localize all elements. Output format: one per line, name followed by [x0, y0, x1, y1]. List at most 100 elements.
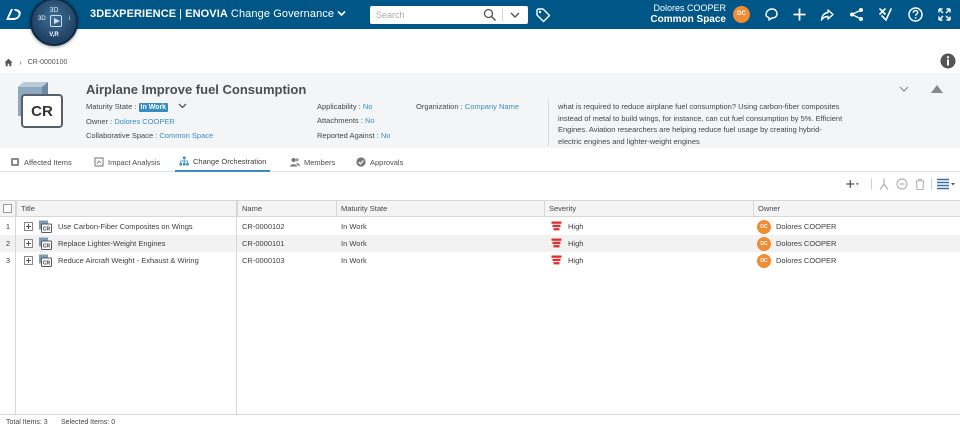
home-icon[interactable]	[4, 58, 13, 67]
organization-attr: Organization : Company Name	[416, 102, 519, 111]
brand-3dexperience: 3DEXPERIENCE	[90, 8, 177, 20]
column-header-title[interactable]: Title	[16, 201, 236, 217]
tab-change-orchestration[interactable]: Change Orchestration	[175, 152, 271, 172]
trash-icon[interactable]	[913, 177, 927, 191]
row-owner[interactable]: Dolores COOPER	[776, 218, 836, 235]
organization-label: Organization :	[416, 102, 463, 111]
applicability-label: Applicability :	[317, 102, 361, 111]
column-header-name[interactable]: Name	[237, 201, 335, 217]
maturity-state-label: Maturity State :	[86, 102, 137, 111]
attachments-attr: Attachments : No	[317, 116, 375, 125]
attachments-link[interactable]: No	[365, 116, 375, 125]
row-owner[interactable]: Dolores COOPER	[776, 252, 836, 269]
tab-members[interactable]: Members	[286, 152, 339, 172]
expand-row-icon[interactable]	[24, 239, 33, 248]
svg-text:CR: CR	[43, 244, 51, 250]
row-title[interactable]: Use Carbon-Fiber Composites on Wings	[58, 218, 193, 235]
collapse-header-icon[interactable]	[930, 84, 944, 94]
compass-3d-label: 3D	[38, 16, 46, 22]
tab-label: Affected Items	[24, 157, 72, 167]
add-menu-icon[interactable]	[846, 177, 860, 191]
owner-attr: Owner : Dolores COOPER	[86, 117, 175, 126]
breadcrumb: › CR-0000100	[4, 57, 67, 67]
app-name: Change Governance	[230, 8, 335, 20]
row-name: CR-0000101	[242, 239, 285, 248]
owner-avatar: DC	[757, 237, 771, 251]
compass-vr-label: V,R	[49, 32, 59, 38]
breadcrumb-item[interactable]: CR-0000100	[28, 59, 68, 66]
table-row[interactable]: 2 CR Replace Lighter-Weight Engines CR-0…	[0, 235, 960, 252]
search-input[interactable]	[370, 6, 478, 24]
select-all-checkbox[interactable]	[3, 204, 12, 213]
tab-affected-items[interactable]: Affected Items	[6, 152, 76, 172]
user-avatar[interactable]: DC	[733, 6, 750, 23]
table-row[interactable]: 1 CR Use Carbon-Fiber Composites on Wing…	[0, 218, 960, 235]
tag-icon[interactable]	[535, 7, 551, 23]
row-title[interactable]: Reduce Aircraft Weight - Exhaust & Wirin…	[58, 252, 199, 269]
table-row[interactable]: 3 CR Reduce Aircraft Weight - Exhaust & …	[0, 252, 960, 269]
forward-share-icon[interactable]	[819, 6, 836, 23]
owner-link[interactable]: Dolores COOPER	[114, 117, 174, 126]
view-list-icon[interactable]	[936, 177, 956, 191]
brand-title[interactable]: 3DEXPERIENCE | ENOVIA Change Governance	[90, 8, 346, 20]
chevron-down-icon[interactable]	[178, 102, 187, 111]
fullscreen-icon[interactable]	[936, 6, 953, 23]
column-header-maturity-state[interactable]: Maturity State	[336, 201, 543, 217]
search-box[interactable]	[370, 6, 528, 24]
tab-approvals[interactable]: Approvals	[352, 152, 407, 172]
owner-label: Owner :	[86, 117, 113, 126]
row-number: 3	[5, 256, 11, 265]
toolbar-divider	[931, 178, 932, 190]
collab-space-name: Common Space	[650, 14, 726, 25]
column-header-owner[interactable]: Owner	[753, 201, 960, 217]
row-severity: High	[568, 239, 584, 248]
change-request-icon: CR	[39, 254, 52, 267]
play-icon	[50, 15, 62, 27]
reported-against-link[interactable]: No	[381, 131, 391, 140]
column-header-severity[interactable]: Severity	[544, 201, 752, 217]
apps-compass-icon[interactable]	[877, 6, 894, 23]
total-items-count: Total Items: 3	[6, 419, 48, 426]
frozen-pane-divider	[236, 201, 237, 415]
add-icon[interactable]	[791, 6, 808, 23]
network-share-icon[interactable]	[848, 6, 865, 23]
info-icon[interactable]	[940, 53, 956, 69]
row-severity: High	[568, 222, 584, 231]
selected-items-count: Selected Items: 0	[61, 419, 116, 426]
remove-icon[interactable]	[895, 177, 909, 191]
grid-header: Title Name Maturity State Severity Owner	[0, 201, 960, 217]
severity-high-icon	[551, 238, 562, 248]
expand-row-icon[interactable]	[24, 256, 33, 265]
row-number-divider	[15, 201, 16, 415]
applicability-attr: Applicability : No	[317, 102, 372, 111]
maturity-state-badge[interactable]: In Work	[138, 103, 169, 112]
collab-space-attr: Collaborative Space : Common Space	[86, 131, 213, 140]
ds-logo-icon[interactable]	[4, 7, 24, 23]
chevron-down-icon[interactable]	[337, 9, 346, 19]
tab-label: Approvals	[370, 157, 404, 167]
object-title: Airplane Improve fuel Consumption	[86, 82, 307, 97]
applicability-link[interactable]: No	[363, 102, 373, 111]
row-title[interactable]: Replace Lighter-Weight Engines	[58, 235, 165, 252]
user-info[interactable]: Dolores COOPER Common Space	[646, 3, 726, 26]
organization-link[interactable]: Company Name	[465, 102, 519, 111]
share-thought-icon[interactable]	[763, 6, 780, 23]
row-name: CR-0000103	[242, 256, 285, 265]
row-number: 1	[5, 222, 11, 231]
row-owner[interactable]: Dolores COOPER	[776, 235, 836, 252]
tab-impact-analysis[interactable]: Impact Analysis	[90, 152, 164, 172]
compass-icon[interactable]: 3D 3D i V,R	[30, 0, 78, 46]
search-dropdown-icon[interactable]	[508, 9, 522, 21]
attachments-label: Attachments :	[317, 116, 363, 125]
chevron-down-icon[interactable]	[898, 84, 910, 94]
hierarchy-icon	[179, 156, 189, 166]
split-icon[interactable]	[877, 177, 891, 191]
approvals-check-icon	[356, 157, 366, 167]
reported-against-label: Reported Against :	[317, 131, 379, 140]
collab-space-link[interactable]: Common Space	[159, 131, 213, 140]
expand-row-icon[interactable]	[24, 222, 33, 231]
reported-against-attr: Reported Against : No	[317, 131, 390, 140]
help-icon[interactable]	[907, 6, 924, 23]
search-icon[interactable]	[483, 8, 497, 22]
status-bar: Total Items: 3 Selected Items: 0	[0, 414, 960, 431]
